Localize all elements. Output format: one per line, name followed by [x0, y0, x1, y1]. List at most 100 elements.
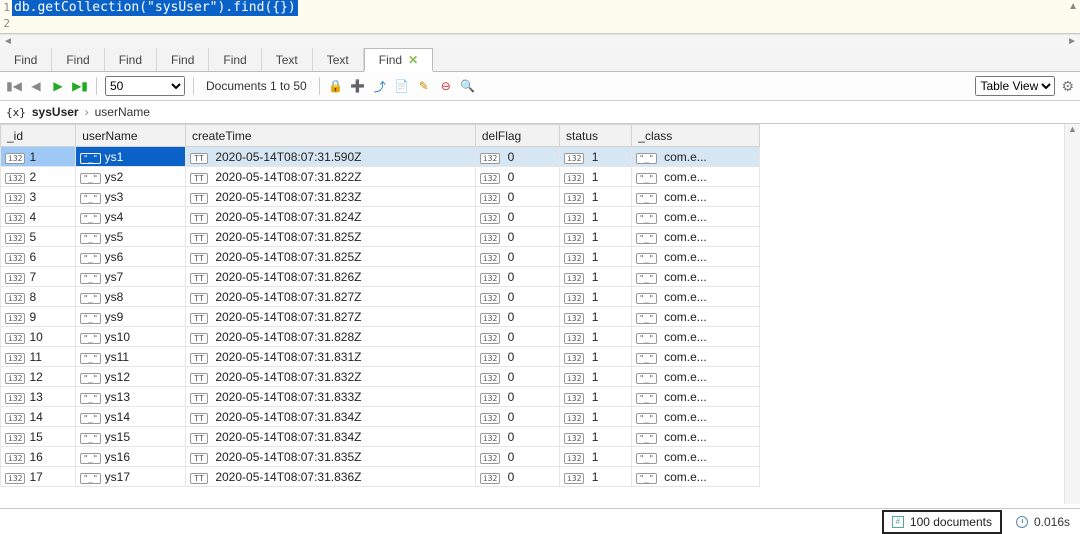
view-mode-select[interactable]: Table View — [975, 76, 1055, 96]
document-count-box: # 100 documents — [882, 510, 1002, 534]
table-row[interactable]: i322"_"ys2TT 2020-05-14T08:07:31.822Zi32… — [1, 167, 760, 187]
type-badge-int: i32 — [564, 353, 584, 364]
table-row[interactable]: i3213"_"ys13TT 2020-05-14T08:07:31.833Zi… — [1, 387, 760, 407]
type-badge-int: i32 — [564, 453, 584, 464]
type-badge-int: i32 — [564, 153, 584, 164]
breadcrumb[interactable]: {x} sysUser › userName — [0, 101, 1080, 124]
add-doc-icon[interactable]: ➕ — [350, 78, 366, 94]
tab-find-7[interactable]: Find✕ — [364, 48, 433, 72]
document-range-label: Documents 1 to 50 — [202, 79, 311, 93]
first-page-button[interactable]: ▮◀ — [6, 78, 22, 94]
table-row[interactable]: i326"_"ys6TT 2020-05-14T08:07:31.825Zi32… — [1, 247, 760, 267]
type-badge-str: "_" — [80, 413, 100, 424]
type-badge-int: i32 — [480, 433, 500, 444]
type-badge-str: "_" — [636, 313, 656, 324]
type-badge-int: i32 — [564, 433, 584, 444]
column-header-delFlag[interactable]: delFlag — [475, 125, 559, 147]
tab-text-5[interactable]: Text — [262, 48, 313, 71]
search-icon[interactable]: 🔍 — [460, 78, 476, 94]
scroll-up-icon[interactable]: ▲ — [1066, 0, 1080, 13]
query-timing: 0.016s — [1016, 515, 1070, 529]
column-header-userName[interactable]: userName — [76, 125, 186, 147]
type-badge-int: i32 — [5, 473, 25, 484]
last-page-button[interactable]: ▶▮ — [72, 78, 88, 94]
type-badge-str: "_" — [636, 433, 656, 444]
column-header-createTime[interactable]: createTime — [186, 125, 476, 147]
table-row[interactable]: i3217"_"ys17TT 2020-05-14T08:07:31.836Zi… — [1, 467, 760, 487]
type-badge-int: i32 — [480, 353, 500, 364]
type-badge-str: "_" — [80, 233, 100, 244]
type-badge-date: TT — [190, 433, 208, 444]
grid-vscrollbar[interactable] — [1064, 124, 1080, 504]
status-bar: # 100 documents 0.016s — [0, 508, 1080, 534]
type-badge-int: i32 — [5, 193, 25, 204]
export-icon[interactable]: ⤴ — [372, 78, 388, 94]
column-header-_class[interactable]: _class — [632, 125, 760, 147]
table-row[interactable]: i328"_"ys8TT 2020-05-14T08:07:31.827Zi32… — [1, 287, 760, 307]
tab-find-4[interactable]: Find — [209, 48, 261, 71]
table-row[interactable]: i3211"_"ys11TT 2020-05-14T08:07:31.831Zi… — [1, 347, 760, 367]
type-badge-str: "_" — [636, 273, 656, 284]
type-badge-str: "_" — [636, 413, 656, 424]
close-tab-icon[interactable]: ✕ — [408, 53, 418, 67]
table-row[interactable]: i3212"_"ys12TT 2020-05-14T08:07:31.832Zi… — [1, 367, 760, 387]
tab-find-3[interactable]: Find — [157, 48, 209, 71]
tab-text-6[interactable]: Text — [313, 48, 364, 71]
separator — [96, 77, 97, 95]
result-grid-scroll[interactable]: _iduserNamecreateTimedelFlagstatus_class… — [0, 124, 1080, 504]
table-row[interactable]: i3216"_"ys16TT 2020-05-14T08:07:31.835Zi… — [1, 447, 760, 467]
table-row[interactable]: i3215"_"ys15TT 2020-05-14T08:07:31.834Zi… — [1, 427, 760, 447]
separator — [319, 77, 320, 95]
gear-icon[interactable]: ⚙ — [1061, 78, 1074, 95]
breadcrumb-collection[interactable]: sysUser — [32, 105, 79, 119]
copy-icon[interactable]: 📄 — [394, 78, 410, 94]
type-badge-date: TT — [190, 153, 208, 164]
table-row[interactable]: i3210"_"ys10TT 2020-05-14T08:07:31.828Zi… — [1, 327, 760, 347]
type-badge-str: "_" — [80, 153, 100, 164]
type-badge-date: TT — [190, 173, 208, 184]
table-row[interactable]: i329"_"ys9TT 2020-05-14T08:07:31.827Zi32… — [1, 307, 760, 327]
type-badge-int: i32 — [480, 213, 500, 224]
type-badge-int: i32 — [480, 293, 500, 304]
table-row[interactable]: i3214"_"ys14TT 2020-05-14T08:07:31.834Zi… — [1, 407, 760, 427]
column-header-_id[interactable]: _id — [1, 125, 76, 147]
breadcrumb-field[interactable]: userName — [95, 105, 150, 119]
query-line-1[interactable]: db.getCollection("sysUser").find({}) — [12, 0, 298, 16]
type-badge-int: i32 — [5, 433, 25, 444]
type-badge-str: "_" — [636, 253, 656, 264]
result-toolbar: ▮◀ ◀ ▶ ▶▮ 50 Documents 1 to 50 🔒 ➕ ⤴ 📄 ✎… — [0, 72, 1080, 101]
query-editor[interactable]: ▲ 1db.getCollection("sysUser").find({}) … — [0, 0, 1080, 34]
tab-find-0[interactable]: Find — [0, 48, 52, 71]
type-badge-str: "_" — [636, 213, 656, 224]
document-count-label: 100 documents — [910, 515, 992, 529]
type-badge-str: "_" — [636, 373, 656, 384]
delete-icon[interactable]: ⊖ — [438, 78, 454, 94]
table-row[interactable]: i327"_"ys7TT 2020-05-14T08:07:31.826Zi32… — [1, 267, 760, 287]
next-page-button[interactable]: ▶ — [50, 78, 66, 94]
type-badge-str: "_" — [80, 313, 100, 324]
type-badge-str: "_" — [636, 293, 656, 304]
table-row[interactable]: i324"_"ys4TT 2020-05-14T08:07:31.824Zi32… — [1, 207, 760, 227]
tab-find-1[interactable]: Find — [52, 48, 104, 71]
type-badge-str: "_" — [636, 153, 656, 164]
type-badge-int: i32 — [5, 313, 25, 324]
column-header-status[interactable]: status — [559, 125, 631, 147]
prev-page-button[interactable]: ◀ — [28, 78, 44, 94]
type-badge-int: i32 — [5, 393, 25, 404]
table-row[interactable]: i321"_"ys1TT 2020-05-14T08:07:31.590Zi32… — [1, 147, 760, 167]
tab-find-2[interactable]: Find — [105, 48, 157, 71]
page-size-select[interactable]: 50 — [105, 76, 185, 96]
edit-icon[interactable]: ✎ — [416, 78, 432, 94]
type-badge-int: i32 — [480, 173, 500, 184]
editor-hscrollbar[interactable] — [0, 34, 1080, 48]
document-count-icon: # — [892, 516, 904, 528]
table-row[interactable]: i325"_"ys5TT 2020-05-14T08:07:31.825Zi32… — [1, 227, 760, 247]
table-row[interactable]: i323"_"ys3TT 2020-05-14T08:07:31.823Zi32… — [1, 187, 760, 207]
type-badge-int: i32 — [564, 373, 584, 384]
type-badge-int: i32 — [480, 313, 500, 324]
lock-icon[interactable]: 🔒 — [328, 78, 344, 94]
type-badge-int: i32 — [480, 233, 500, 244]
type-badge-str: "_" — [80, 433, 100, 444]
gutter-line-2: 2 — [0, 16, 12, 32]
type-badge-date: TT — [190, 213, 208, 224]
